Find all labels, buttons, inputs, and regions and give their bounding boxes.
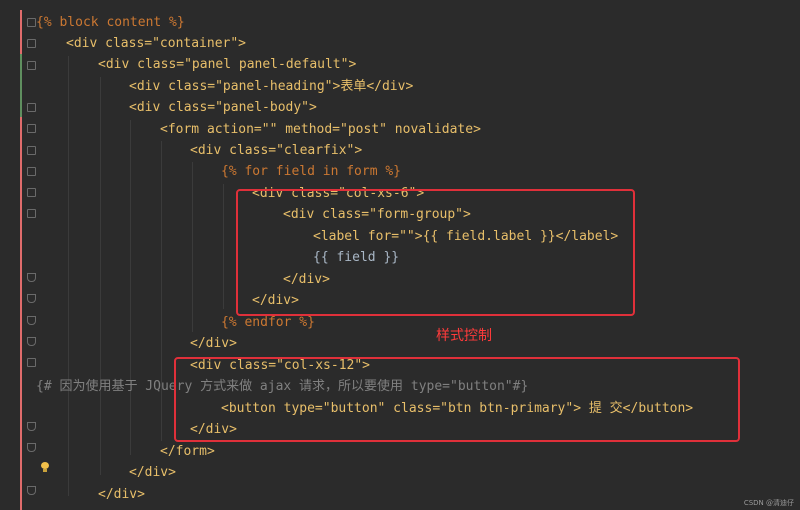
- fold-marker-icon[interactable]: [27, 273, 36, 282]
- fold-marker-icon[interactable]: [27, 61, 36, 70]
- fold-marker-icon[interactable]: [27, 316, 36, 325]
- indent-guide: [68, 56, 69, 496]
- fold-marker-icon[interactable]: [27, 103, 36, 112]
- highlight-box-col-xs-12: [174, 357, 740, 442]
- code-line[interactable]: <form action="" method="post" novalidate…: [160, 119, 481, 140]
- fold-marker-icon[interactable]: [27, 337, 36, 346]
- editor-gutter: [0, 0, 46, 510]
- fold-marker-icon[interactable]: [27, 294, 36, 303]
- code-line[interactable]: </div>: [129, 462, 176, 483]
- code-editor[interactable]: {% block content %} <div class="containe…: [0, 0, 800, 510]
- fold-marker-icon[interactable]: [27, 443, 36, 452]
- code-line[interactable]: <div class="clearfix">: [190, 140, 362, 161]
- fold-marker-icon[interactable]: [27, 422, 36, 431]
- fold-marker-icon[interactable]: [27, 486, 36, 495]
- indent-guide: [130, 120, 131, 455]
- code-line[interactable]: </div>: [190, 333, 237, 354]
- code-text: </div>: [98, 487, 145, 502]
- code-line[interactable]: <div class="container">: [66, 33, 246, 54]
- code-text: <form action="" method="post" novalidate…: [160, 122, 481, 137]
- fold-marker-icon[interactable]: [27, 39, 36, 48]
- code-text: {% for field in form %}: [221, 164, 402, 179]
- fold-marker-icon[interactable]: [27, 209, 36, 218]
- code-text: <div class="panel-heading">表单</div>: [129, 79, 414, 94]
- code-text: {% endfor %}: [221, 315, 315, 330]
- code-line[interactable]: {% for field in form %}: [221, 161, 401, 182]
- fold-marker-icon[interactable]: [27, 18, 36, 27]
- watermark: CSDN @清迪仔: [743, 499, 794, 507]
- lightbulb-icon[interactable]: [40, 462, 50, 472]
- code-text: </form>: [160, 444, 215, 459]
- code-text: <div class="panel-body">: [129, 100, 317, 115]
- fold-marker-icon[interactable]: [27, 167, 36, 176]
- fold-marker-icon[interactable]: [27, 146, 36, 155]
- fold-marker-icon[interactable]: [27, 124, 36, 133]
- code-line[interactable]: {% block content %}: [36, 12, 185, 33]
- code-text: {% block content %}: [36, 15, 185, 30]
- code-line[interactable]: <div class="panel panel-default">: [98, 54, 356, 75]
- code-line[interactable]: </div>: [98, 484, 145, 505]
- code-line[interactable]: <div class="panel-body">: [129, 97, 317, 118]
- code-text: <div class="clearfix">: [190, 143, 363, 158]
- vcs-change-marker: [20, 54, 22, 96]
- code-text: </div>: [190, 336, 237, 351]
- fold-marker-icon[interactable]: [27, 358, 36, 367]
- code-text: <div class="container">: [66, 36, 247, 51]
- indent-guide: [100, 77, 101, 475]
- annotation-label: 样式控制: [436, 328, 492, 344]
- fold-marker-icon[interactable]: [27, 188, 36, 197]
- highlight-box-col-xs-6: [236, 189, 635, 316]
- code-line[interactable]: <div class="panel-heading">表单</div>: [129, 76, 413, 97]
- code-line[interactable]: </form>: [160, 441, 215, 462]
- indent-guide: [223, 184, 224, 309]
- code-text: <div class="panel panel-default">: [98, 57, 357, 72]
- vcs-change-marker: [20, 96, 22, 117]
- code-text: </div>: [129, 465, 176, 480]
- indent-guide: [192, 162, 193, 332]
